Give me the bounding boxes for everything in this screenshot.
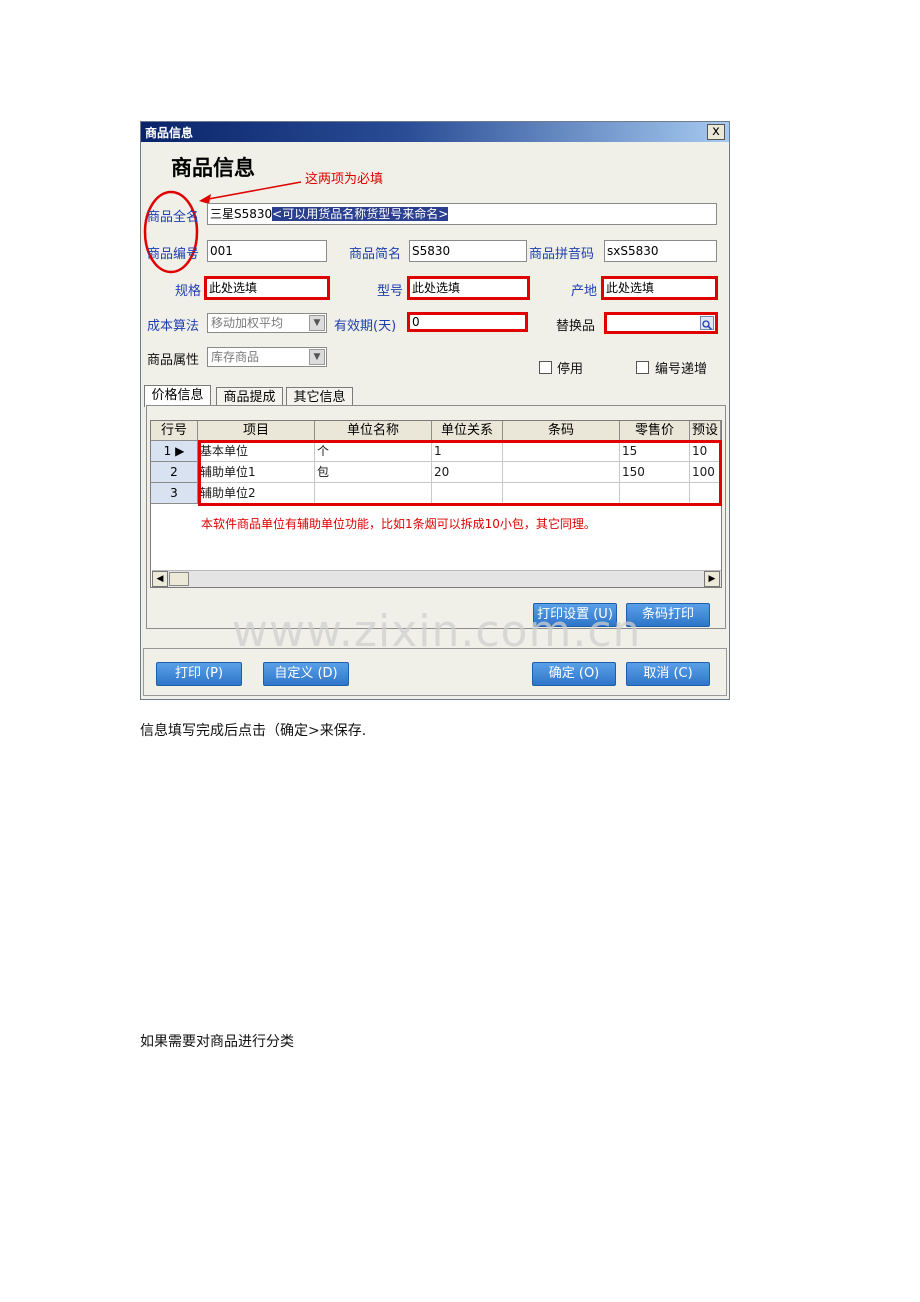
pinyin-input[interactable]: sxS5830 — [604, 240, 717, 262]
cost-method-select[interactable]: 移动加权平均 ▼ — [207, 313, 327, 333]
grid-cell-relation[interactable]: 1 — [432, 441, 503, 462]
grid-cell-preset[interactable]: 100 — [690, 462, 721, 483]
full-name-value: 三星S5830 — [210, 207, 273, 221]
annotation-arrow-line — [202, 181, 302, 201]
spec-label: 规格 — [175, 284, 202, 299]
grid-header-unit-relation: 单位关系 — [432, 421, 503, 441]
scroll-left-icon[interactable]: ◀ — [152, 571, 168, 587]
print-button[interactable]: 打印 (P) — [156, 662, 242, 686]
grid-header-unit-name: 单位名称 — [315, 421, 432, 441]
price-grid: 行号 项目 单位名称 单位关系 条码 零售价 预设 1 ▶ 基本单位 个 1 1… — [150, 420, 722, 588]
horizontal-scrollbar[interactable]: ◀ ▶ — [152, 570, 721, 587]
grid-header-preset: 预设 — [690, 421, 721, 441]
grid-cell-barcode[interactable] — [503, 462, 620, 483]
scroll-right-icon[interactable]: ▶ — [704, 571, 720, 587]
customize-button[interactable]: 自定义 (D) — [263, 662, 349, 686]
code-label: 商品编号 — [147, 247, 200, 262]
watermark: www.zixin.com.cn — [232, 606, 642, 657]
ok-button[interactable]: 确定 (O) — [532, 662, 616, 686]
scroll-thumb[interactable] — [169, 572, 189, 586]
short-name-label: 商品简名 — [349, 247, 402, 262]
substitute-label: 替换品 — [556, 319, 596, 334]
grid-row-number: 2 — [151, 462, 198, 483]
grid-cell-unit[interactable] — [315, 483, 432, 504]
grid-cell-barcode[interactable] — [503, 483, 620, 504]
cost-method-label: 成本算法 — [147, 319, 200, 334]
model-label: 型号 — [377, 284, 404, 299]
spec-input[interactable]: 此处选填 — [204, 276, 330, 300]
chevron-down-icon[interactable]: ▼ — [309, 349, 325, 365]
tab-other-info[interactable]: 其它信息 — [286, 387, 353, 407]
full-name-hint: <可以用货品名称货型号来命名> — [272, 207, 449, 221]
current-row-arrow-icon: ▶ — [175, 444, 185, 458]
grid-cell-retail[interactable]: 150 — [620, 462, 690, 483]
grid-header-item: 项目 — [198, 421, 315, 441]
auto-increment-label: 编号递增 — [655, 362, 708, 377]
paragraph-save-instruction: 信息填写完成后点击（确定>来保存. — [140, 723, 367, 739]
cost-method-value: 移动加权平均 — [211, 316, 284, 330]
disable-label: 停用 — [557, 362, 584, 377]
code-input[interactable]: 001 — [207, 240, 327, 262]
tab-price-info[interactable]: 价格信息 — [144, 385, 211, 407]
origin-label: 产地 — [571, 284, 598, 299]
grid-cell-item[interactable]: 辅助单位2 — [198, 483, 315, 504]
grid-cell-item[interactable]: 基本单位 — [198, 441, 315, 462]
full-name-input[interactable]: 三星S5830<可以用货品名称货型号来命名> — [207, 203, 717, 225]
grid-header-retail-price: 零售价 — [620, 421, 690, 441]
grid-row-number: 3 — [151, 483, 198, 504]
grid-cell-relation[interactable] — [432, 483, 503, 504]
grid-header-barcode: 条码 — [503, 421, 620, 441]
grid-cell-unit[interactable]: 包 — [315, 462, 432, 483]
grid-cell-barcode[interactable] — [503, 441, 620, 462]
model-input[interactable]: 此处选填 — [407, 276, 530, 300]
paragraph-category-intro: 如果需要对商品进行分类 — [140, 1034, 294, 1050]
grid-cell-relation[interactable]: 20 — [432, 462, 503, 483]
short-name-input[interactable]: S5830 — [409, 240, 527, 262]
grid-row-number: 1 ▶ — [151, 441, 198, 462]
full-name-label: 商品全名 — [147, 210, 200, 225]
grid-cell-retail[interactable] — [620, 483, 690, 504]
grid-cell-retail[interactable]: 15 — [620, 441, 690, 462]
grid-header-row-no: 行号 — [151, 421, 198, 441]
grid-cell-preset[interactable] — [690, 483, 721, 504]
substitute-input[interactable] — [604, 312, 718, 334]
tab-commission[interactable]: 商品提成 — [216, 387, 283, 407]
origin-input[interactable]: 此处选填 — [601, 276, 718, 300]
price-grid-panel: 行号 项目 单位名称 单位关系 条码 零售价 预设 1 ▶ 基本单位 个 1 1… — [146, 405, 726, 629]
cancel-button[interactable]: 取消 (C) — [626, 662, 710, 686]
grid-cell-preset[interactable]: 10 — [690, 441, 721, 462]
validity-label: 有效期(天) — [334, 319, 397, 334]
attribute-value: 库存商品 — [211, 350, 260, 364]
units-note: 本软件商品单位有辅助单位功能，比如1条烟可以拆成10小包，其它同理。 — [201, 517, 596, 531]
pinyin-label: 商品拼音码 — [529, 247, 595, 262]
grid-cell-unit[interactable]: 个 — [315, 441, 432, 462]
search-icon[interactable] — [700, 316, 714, 331]
disable-checkbox[interactable] — [539, 361, 552, 374]
grid-cell-item[interactable]: 辅助单位1 — [198, 462, 315, 483]
attribute-select[interactable]: 库存商品 ▼ — [207, 347, 327, 367]
attribute-label: 商品属性 — [147, 353, 200, 368]
chevron-down-icon[interactable]: ▼ — [309, 315, 325, 331]
validity-input[interactable]: 0 — [407, 312, 528, 332]
auto-increment-checkbox[interactable] — [636, 361, 649, 374]
